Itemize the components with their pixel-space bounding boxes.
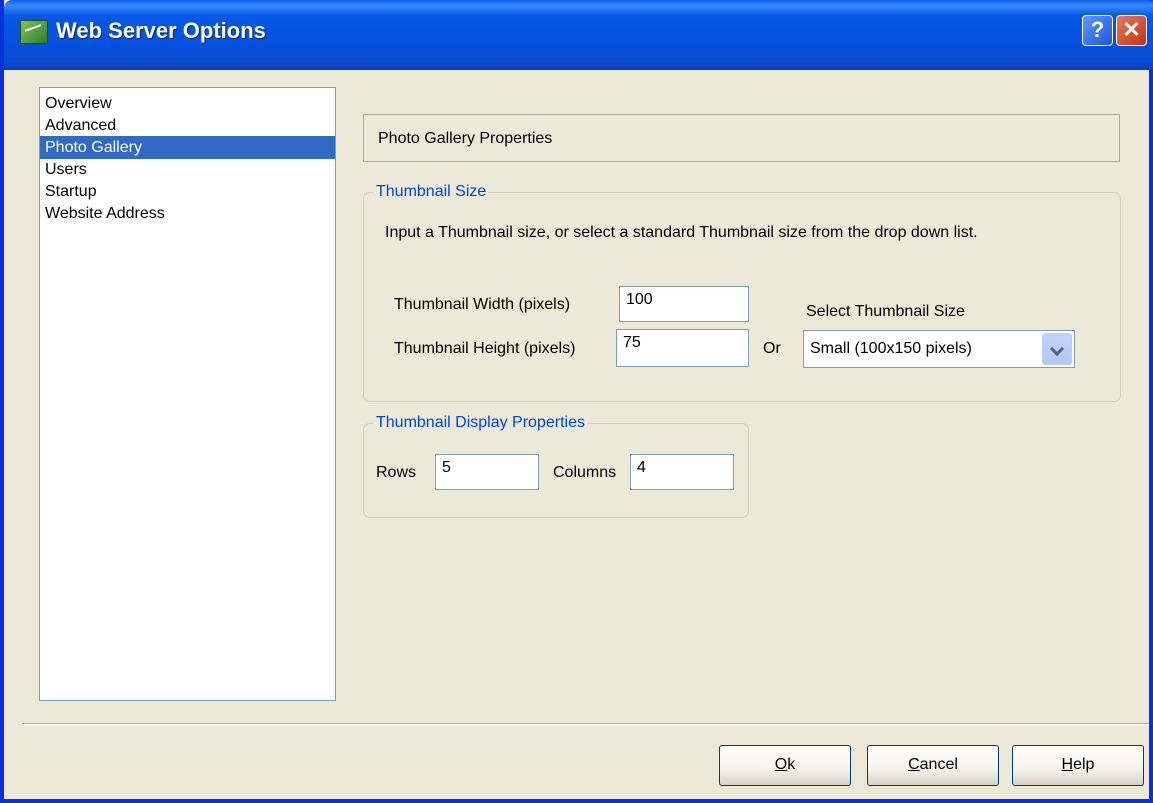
ok-accelerator: O xyxy=(774,756,788,773)
cancel-accelerator: C xyxy=(908,756,920,773)
chevron-down-icon[interactable] xyxy=(1042,333,1072,365)
close-icon[interactable]: ✕ xyxy=(1116,15,1147,46)
columns-input[interactable]: 4 xyxy=(630,454,734,490)
dialog-window: Web Server Options ? ✕ Overview Advanced… xyxy=(0,0,1153,803)
window-title: Web Server Options xyxy=(56,18,266,43)
nav-item-photo-gallery[interactable]: Photo Gallery xyxy=(40,136,335,159)
cancel-button[interactable]: Cancel xyxy=(867,745,999,786)
thumbnail-height-label: Thumbnail Height (pixels) xyxy=(394,340,576,357)
or-label: Or xyxy=(763,340,781,357)
thumbnail-height-input[interactable]: 75 xyxy=(616,329,749,367)
thumbnail-display-legend: Thumbnail Display Properties xyxy=(376,414,585,431)
nav-item-website-address[interactable]: Website Address xyxy=(40,202,335,225)
title-bar[interactable]: Web Server Options ? ✕ xyxy=(4,0,1153,70)
thumbnail-size-instructions: Input a Thumbnail size, or select a stan… xyxy=(385,224,978,241)
thumbnail-size-select-value: Small (100x150 pixels) xyxy=(810,340,972,357)
app-icon xyxy=(20,20,48,44)
thumbnail-width-input[interactable]: 100 xyxy=(619,286,749,322)
nav-item-advanced[interactable]: Advanced xyxy=(40,114,335,137)
thumbnail-width-label: Thumbnail Width (pixels) xyxy=(394,296,571,313)
rows-input[interactable]: 5 xyxy=(435,454,539,490)
rows-label: Rows xyxy=(376,464,417,481)
panel-header: Photo Gallery Properties xyxy=(363,114,1120,162)
options-nav-list[interactable]: Overview Advanced Photo Gallery Users St… xyxy=(39,87,336,701)
nav-item-users[interactable]: Users xyxy=(40,158,335,181)
help-button[interactable]: Help xyxy=(1012,745,1144,786)
ok-label-rest: k xyxy=(787,756,796,773)
panel-header-title: Photo Gallery Properties xyxy=(378,130,553,147)
thumbnail-size-legend: Thumbnail Size xyxy=(376,183,487,200)
cancel-label-rest: ancel xyxy=(919,756,958,773)
nav-item-startup[interactable]: Startup xyxy=(40,180,335,203)
help-label-rest: elp xyxy=(1073,756,1095,773)
select-thumbnail-size-label: Select Thumbnail Size xyxy=(806,303,965,320)
ok-button[interactable]: Ok xyxy=(719,745,851,786)
nav-item-overview[interactable]: Overview xyxy=(40,92,335,115)
thumbnail-size-select[interactable]: Small (100x150 pixels) xyxy=(803,330,1075,368)
columns-label: Columns xyxy=(553,464,617,481)
help-icon[interactable]: ? xyxy=(1082,15,1113,46)
button-separator xyxy=(22,723,1149,725)
help-accelerator: H xyxy=(1061,756,1074,773)
